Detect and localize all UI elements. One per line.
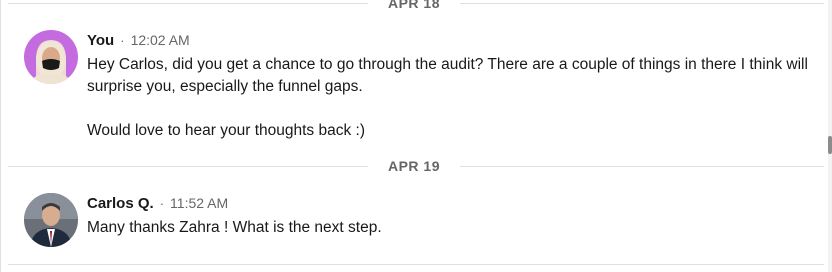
sender-name[interactable]: Carlos Q. [87,195,154,212]
message-content: You · 12:02 AM Hey Carlos, did you get a c… [87,30,816,142]
avatar[interactable] [24,30,78,84]
message-content: Carlos Q. · 11:52 AM Many thanks Zahra ! W… [87,193,816,239]
divider-line [8,166,368,167]
message-paragraph: Many thanks Zahra ! What is the next ste… [87,219,382,236]
meta-separator: · [159,196,165,211]
avatar[interactable] [24,193,78,247]
divider-line [8,264,824,265]
message-meta: Carlos Q. · 11:52 AM [87,193,816,213]
message-item: Carlos Q. · 11:52 AM Many thanks Zahra ! W… [24,193,816,253]
sender-name[interactable]: You [87,32,114,49]
message-thread: APR 18 You · 12:02 AM Hey Carlos, did you … [0,0,832,272]
divider-line [460,3,824,4]
message-paragraph: Would love to hear your thoughts back :) [87,122,366,139]
date-label: APR 18 [387,0,441,11]
avatar-image [24,193,78,247]
message-time: 12:02 AM [130,32,190,48]
meta-separator: · [120,33,125,48]
message-text: Hey Carlos, did you get a chance to go t… [87,54,816,142]
date-label: APR 19 [387,158,441,174]
scrollbar-thumb[interactable] [828,136,832,154]
message-meta: You · 12:02 AM [87,30,816,50]
date-divider: APR 19 [8,158,824,174]
divider-line [8,3,368,4]
avatar-image [24,30,78,84]
message-text: Many thanks Zahra ! What is the next ste… [87,217,816,239]
scrollbar[interactable] [828,0,832,272]
divider-line [460,166,824,167]
message-paragraph: Hey Carlos, did you get a chance to go t… [87,56,808,95]
date-divider: APR 18 [8,0,824,11]
panel-left-border [0,0,1,272]
message-item: You · 12:02 AM Hey Carlos, did you get a c… [24,30,816,140]
message-time: 11:52 AM [170,195,229,211]
